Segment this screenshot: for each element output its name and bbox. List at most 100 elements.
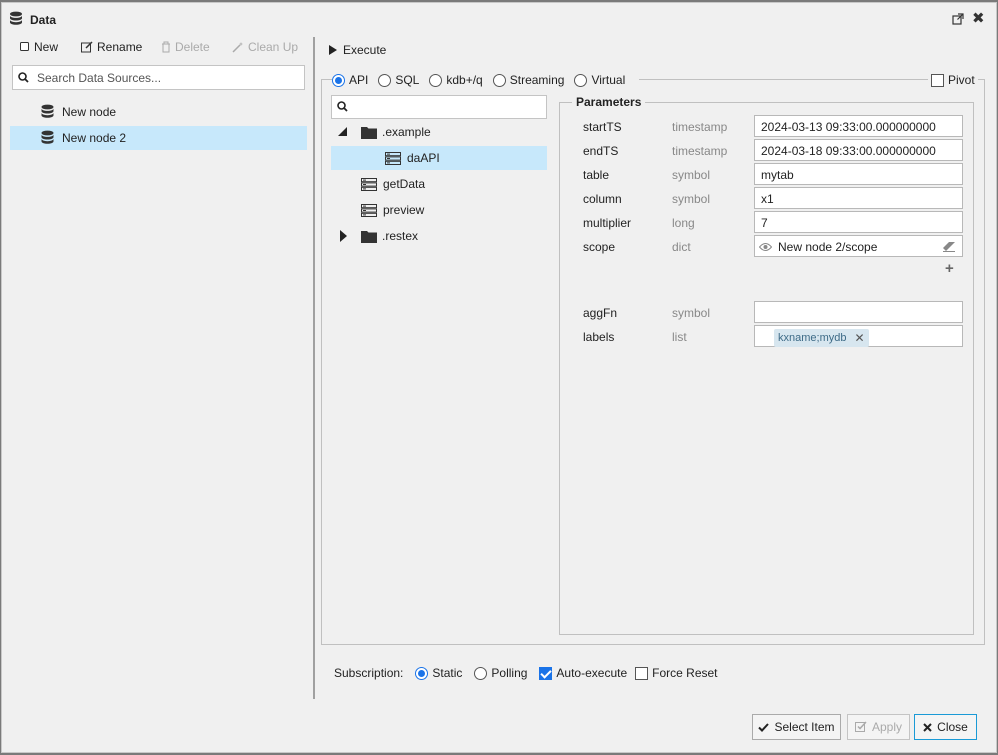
- tree-item-example[interactable]: .example: [331, 120, 547, 144]
- param-scope-field[interactable]: New node 2/scope: [754, 235, 963, 257]
- checkbox-icon: [20, 42, 29, 51]
- checkbox-label: Auto-execute: [556, 666, 628, 680]
- eye-icon[interactable]: [758, 241, 773, 255]
- tree-item-daapi[interactable]: daAPI: [331, 146, 547, 170]
- param-name: aggFn: [583, 306, 618, 320]
- cleanup-label: Clean Up: [248, 40, 299, 54]
- rename-button[interactable]: Rename: [81, 40, 142, 54]
- radio-label: API: [349, 73, 369, 87]
- database-icon: [40, 130, 55, 149]
- radio-virtual[interactable]: Virtual: [574, 73, 625, 87]
- tree-item-restex[interactable]: .restex: [331, 224, 547, 248]
- pivot-checkbox[interactable]: Pivot: [928, 71, 978, 89]
- data-source-search: [12, 65, 305, 90]
- play-icon: [329, 45, 337, 55]
- trash-icon: [162, 41, 170, 53]
- node-label: New node: [62, 105, 117, 119]
- pivot-label: Pivot: [948, 73, 975, 87]
- close-label: Close: [937, 720, 968, 734]
- radio-static[interactable]: Static: [415, 666, 462, 680]
- radio-sql[interactable]: SQL: [378, 73, 419, 87]
- add-parameter-button[interactable]: +: [945, 261, 954, 276]
- panel-splitter[interactable]: [313, 37, 315, 699]
- cleanup-button[interactable]: Clean Up: [232, 40, 298, 54]
- tree-label: .restex: [382, 229, 419, 243]
- subscription-row: Subscription: Static Polling Auto-execut…: [334, 665, 726, 681]
- radio-circle: [415, 666, 429, 680]
- tree-item-getdata[interactable]: getData: [331, 172, 547, 196]
- radio-label: Virtual: [591, 73, 626, 87]
- function-icon: [361, 178, 377, 191]
- tree-label: daAPI: [407, 151, 440, 165]
- radio-polling[interactable]: Polling: [474, 666, 527, 680]
- select-item-button[interactable]: Select Item: [752, 714, 841, 740]
- popout-icon[interactable]: [952, 13, 964, 25]
- tree-search-input[interactable]: [354, 98, 539, 116]
- database-icon: [40, 104, 55, 123]
- param-name: table: [583, 168, 610, 182]
- radio-label: kdb+/q: [446, 73, 483, 87]
- checkbox-box: [931, 73, 944, 87]
- database-icon: [9, 11, 23, 30]
- check-icon: [758, 722, 770, 732]
- close-button[interactable]: Close: [914, 714, 977, 740]
- remove-tag-icon[interactable]: ✕: [854, 331, 864, 345]
- param-column-field[interactable]: x1: [754, 187, 963, 209]
- folder-icon: [361, 127, 377, 139]
- magic-wand-icon: [232, 42, 243, 53]
- param-type: symbol: [672, 306, 711, 320]
- scope-value: New node 2/scope: [778, 240, 878, 254]
- tree-label: preview: [383, 203, 425, 217]
- search-icon: [337, 101, 348, 115]
- param-endts-field[interactable]: 2024-03-18 09:33:00.000000000: [754, 139, 963, 161]
- new-button[interactable]: New: [20, 40, 58, 54]
- apply-button[interactable]: Apply: [847, 714, 910, 740]
- param-type: timestamp: [672, 144, 728, 158]
- param-name: multiplier: [583, 216, 632, 230]
- checkbox-label: Force Reset: [652, 666, 718, 680]
- collapsed-triangle-icon[interactable]: [340, 230, 347, 242]
- title-bar: Data ✖: [2, 3, 996, 35]
- delete-button[interactable]: Delete: [161, 40, 210, 54]
- new-label: New: [34, 40, 59, 54]
- labels-tag: kxname;mydb ✕: [774, 329, 869, 347]
- function-icon: [361, 204, 377, 217]
- window-title: Data: [30, 13, 57, 27]
- param-multiplier-field[interactable]: 7: [754, 211, 963, 233]
- tree-item-preview[interactable]: preview: [331, 198, 547, 222]
- source-type-selector: API SQL kdb+/q Streaming Virtual: [332, 71, 640, 89]
- execute-label: Execute: [343, 43, 387, 57]
- radio-streaming[interactable]: Streaming: [492, 73, 565, 87]
- radio-label: Streaming: [509, 73, 565, 87]
- param-aggfn-field[interactable]: [754, 301, 963, 323]
- node-item-new-node[interactable]: New node: [10, 100, 307, 124]
- param-starts-field[interactable]: 2024-03-13 09:33:00.000000000: [754, 115, 963, 137]
- radio-label: SQL: [395, 73, 420, 87]
- param-table-field[interactable]: mytab: [754, 163, 963, 185]
- node-label: New node 2: [62, 131, 127, 145]
- node-item-new-node-2[interactable]: New node 2: [10, 126, 307, 150]
- force-reset-checkbox[interactable]: Force Reset: [635, 666, 718, 680]
- auto-execute-checkbox[interactable]: Auto-execute: [539, 666, 627, 680]
- checkbox-box: [635, 666, 649, 680]
- tree-label: getData: [383, 177, 426, 191]
- eraser-icon[interactable]: [942, 241, 956, 255]
- radio-circle: [332, 73, 345, 87]
- select-item-label: Select Item: [774, 720, 835, 734]
- execute-button[interactable]: Execute: [329, 43, 386, 57]
- search-input[interactable]: [35, 68, 295, 87]
- close-icon[interactable]: ✖: [972, 11, 985, 26]
- rename-label: Rename: [97, 40, 143, 54]
- radio-kdbq[interactable]: kdb+/q: [429, 73, 483, 87]
- param-name: column: [583, 192, 622, 206]
- param-name: scope: [583, 240, 616, 254]
- radio-circle: [378, 73, 392, 87]
- search-icon: [18, 72, 29, 86]
- edit-icon: [81, 41, 93, 53]
- check-square-icon: [854, 721, 867, 732]
- data-dialog: Data ✖ New Rename Delete Clean Up Search…: [1, 2, 997, 753]
- expanded-triangle-icon[interactable]: [338, 127, 347, 136]
- radio-circle: [429, 73, 443, 87]
- tree-search: [331, 95, 547, 119]
- radio-api[interactable]: API: [332, 73, 368, 87]
